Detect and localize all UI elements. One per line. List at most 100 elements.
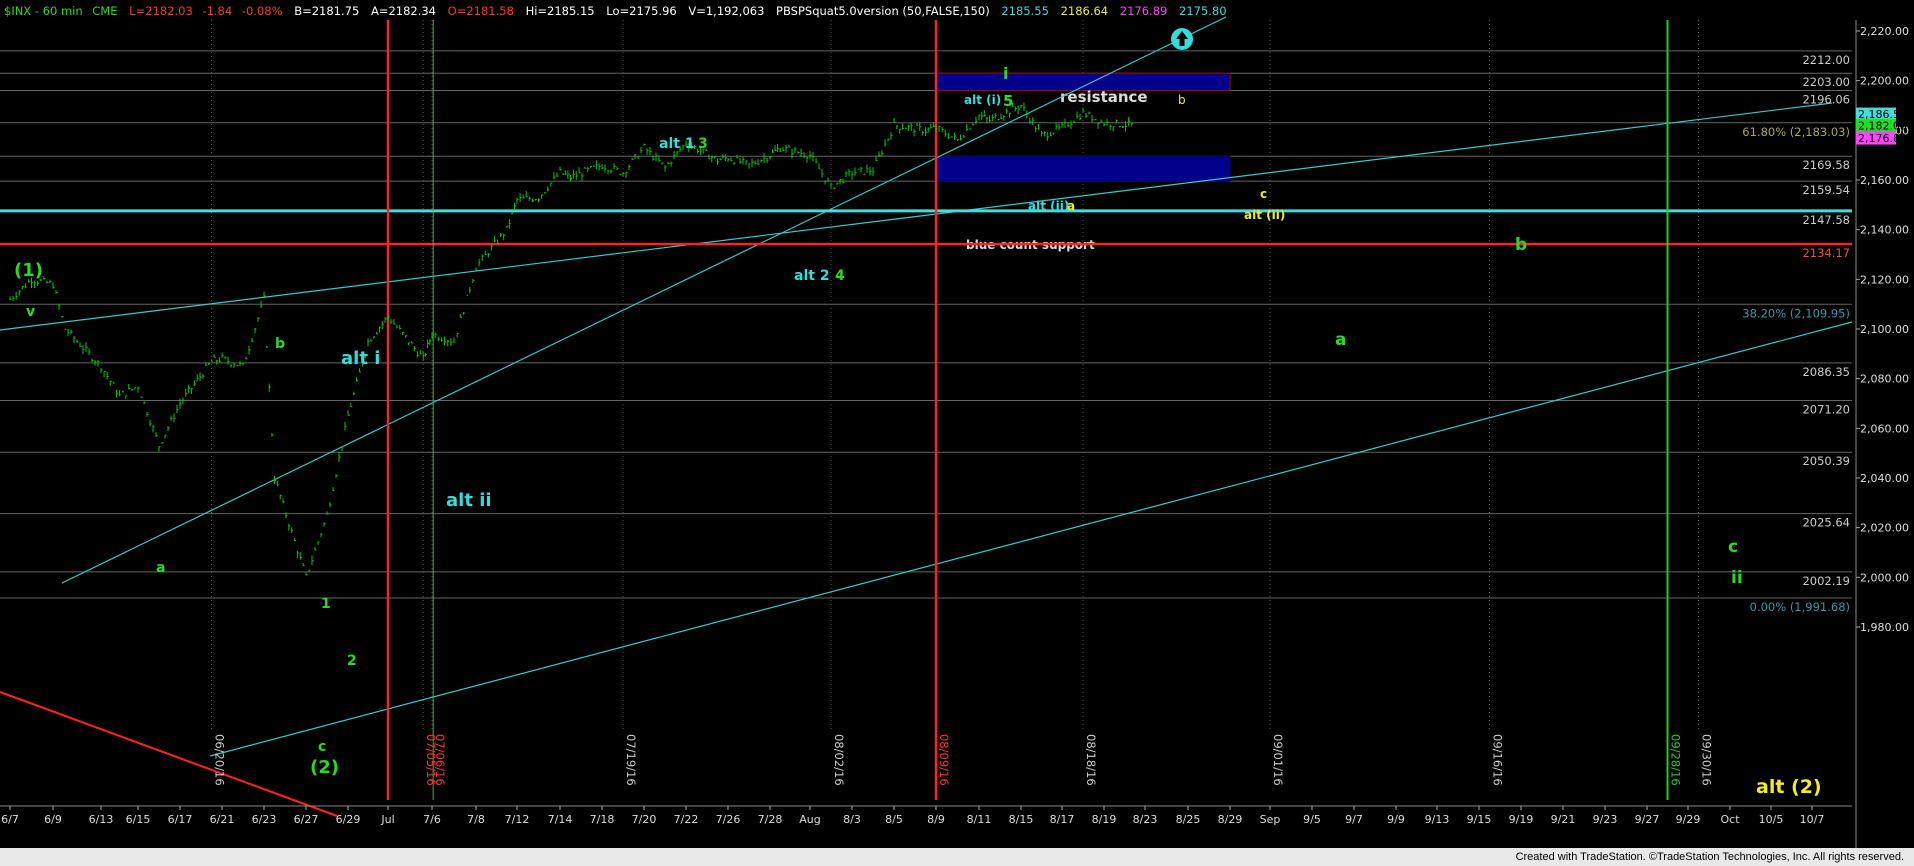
rotated-date-label: 08/02/16 — [832, 734, 846, 786]
wave-label: 3 — [698, 136, 708, 152]
footer: Created with TradeStation. ©TradeStation… — [0, 848, 1914, 866]
rotated-date-label: 09/16/16 — [1491, 734, 1505, 786]
header-study-value-1: 2185.55 — [1001, 4, 1049, 18]
footer-credit: Created with TradeStation. ©TradeStation… — [1515, 851, 1904, 863]
wave-label: alt i — [341, 348, 380, 369]
x-tick-label: Sep — [1260, 813, 1281, 826]
wave-label: alt 1 — [659, 136, 695, 152]
header-open: O=2181.58 — [448, 4, 514, 18]
wave-label: 5 — [1003, 92, 1013, 110]
chart-canvas: $INX - 60 min CME L=2182.03 -1.84 -0.08%… — [0, 0, 1914, 848]
price-level-label: 2159.54 — [1802, 183, 1850, 197]
rotated-date-label: 07/19/16 — [624, 734, 638, 786]
wave-label: b — [1515, 235, 1527, 255]
header-study-value-2: 2186.64 — [1061, 4, 1109, 18]
y-tick-label: 2,160.00 — [1860, 174, 1909, 187]
current-price-label: 2,176.89 — [1858, 132, 1907, 145]
rotated-date-label: 08/09/16 — [937, 734, 951, 786]
wave-label: 1 — [321, 596, 331, 612]
x-tick-label: 8/23 — [1133, 813, 1158, 826]
header-text: $INX - 60 min CME L=2182.03 -1.84 -0.08%… — [4, 4, 1227, 18]
rotated-date-label: 09/01/16 — [1271, 734, 1285, 786]
x-tick-label: 7/22 — [674, 813, 699, 826]
rotated-date-label: 09/28/16 — [1669, 734, 1683, 786]
wave-label: c — [318, 739, 326, 755]
y-tick-label: 2,040.00 — [1860, 472, 1909, 485]
header-change: -1.84 — [202, 4, 232, 18]
x-tick-label: 9/9 — [1387, 813, 1405, 826]
wave-label: c — [1260, 187, 1267, 201]
wave-label: alt (ii) — [1244, 208, 1285, 222]
wave-label: alt (i) — [964, 93, 1001, 107]
y-tick-label: 2,060.00 — [1860, 422, 1909, 435]
x-tick-label: 8/11 — [967, 813, 992, 826]
x-tick-label: 9/23 — [1593, 813, 1618, 826]
x-tick-label: Aug — [799, 813, 820, 826]
price-level-label: 2134.17 — [1802, 246, 1850, 260]
price-level-label: 2147.58 — [1802, 213, 1850, 227]
price-level-label: 2203.00 — [1802, 75, 1850, 89]
x-tick-label: 6/7 — [1, 813, 19, 826]
x-tick-label: 8/5 — [885, 813, 903, 826]
wave-label: alt (2) — [1756, 776, 1822, 798]
x-tick-label: 7/6 — [423, 813, 441, 826]
x-tick-label: 8/9 — [927, 813, 945, 826]
wave-label: 4 — [835, 268, 845, 284]
up-arrow-icon — [1171, 28, 1193, 50]
wave-label: a — [1067, 199, 1075, 213]
x-tick-label: 9/13 — [1425, 813, 1450, 826]
wave-label: b — [1178, 93, 1186, 107]
y-tick-label: 2,200.00 — [1860, 75, 1909, 88]
rotated-date-label: 07/06/16 — [433, 734, 447, 786]
x-tick-label: 9/21 — [1551, 813, 1576, 826]
x-tick-label: 6/9 — [44, 813, 62, 826]
price-level-label: 0.00% (1,991.68) — [1750, 600, 1850, 614]
price-level-label: 2086.35 — [1802, 365, 1850, 379]
x-tick-label: 6/17 — [168, 813, 193, 826]
price-level-label: 61.80% (2,183.03) — [1742, 125, 1850, 139]
x-tick-label: 6/29 — [336, 813, 361, 826]
wave-label: alt (ii) — [1028, 199, 1069, 213]
x-tick-label: 7/12 — [505, 813, 530, 826]
price-level-label: 2050.39 — [1802, 454, 1850, 468]
wave-label: i — [1003, 64, 1008, 83]
x-tick-label: 9/7 — [1345, 813, 1363, 826]
price-level-label: 2071.20 — [1802, 403, 1850, 417]
header-volume: V=1,192,063 — [688, 4, 764, 18]
header-last: L=2182.03 — [129, 4, 193, 18]
rotated-date-label: 08/18/16 — [1084, 734, 1098, 786]
price-level-label: 2025.64 — [1802, 516, 1850, 530]
x-tick-label: 8/25 — [1176, 813, 1201, 826]
x-tick-label: 9/15 — [1467, 813, 1492, 826]
price-level-label: 2196.06 — [1802, 92, 1850, 106]
x-tick-label: 7/18 — [590, 813, 615, 826]
header-ask: A=2182.34 — [371, 4, 436, 18]
x-tick-label: 8/3 — [843, 813, 861, 826]
x-tick-label: 6/27 — [294, 813, 319, 826]
rotated-date-label: 06/20/16 — [213, 734, 227, 786]
x-tick-label: 7/26 — [716, 813, 741, 826]
chart-background — [0, 0, 1914, 848]
header-study-value-4: 2175.80 — [1179, 4, 1227, 18]
wave-label: alt ii — [446, 490, 492, 511]
y-tick-label: 2,140.00 — [1860, 224, 1909, 237]
x-tick-label: Oct — [1720, 813, 1740, 826]
y-tick-label: 2,080.00 — [1860, 373, 1909, 386]
header-high: Hi=2185.15 — [526, 4, 595, 18]
y-tick-label: 2,100.00 — [1860, 323, 1909, 336]
price-level-label: 2169.58 — [1802, 158, 1850, 172]
header-study-value-3: 2176.89 — [1120, 4, 1168, 18]
header-study: PBSPSquat5.0version (50,FALSE,150) — [776, 4, 990, 18]
y-tick-label: 2,120.00 — [1860, 273, 1909, 286]
x-tick-label: 7/14 — [548, 813, 573, 826]
wave-label: a — [1335, 330, 1346, 350]
y-tick-label: 1,980.00 — [1860, 621, 1909, 634]
wave-label: c — [1728, 537, 1738, 557]
price-level-label: 38.20% (2,109.95) — [1742, 306, 1850, 320]
x-tick-label: 6/13 — [89, 813, 114, 826]
header-change-pct: -0.08% — [242, 4, 283, 18]
x-tick-label: 8/29 — [1218, 813, 1243, 826]
x-tick-label: 6/15 — [126, 813, 151, 826]
y-tick-label: 2,020.00 — [1860, 522, 1909, 535]
x-tick-label: 6/21 — [210, 813, 235, 826]
